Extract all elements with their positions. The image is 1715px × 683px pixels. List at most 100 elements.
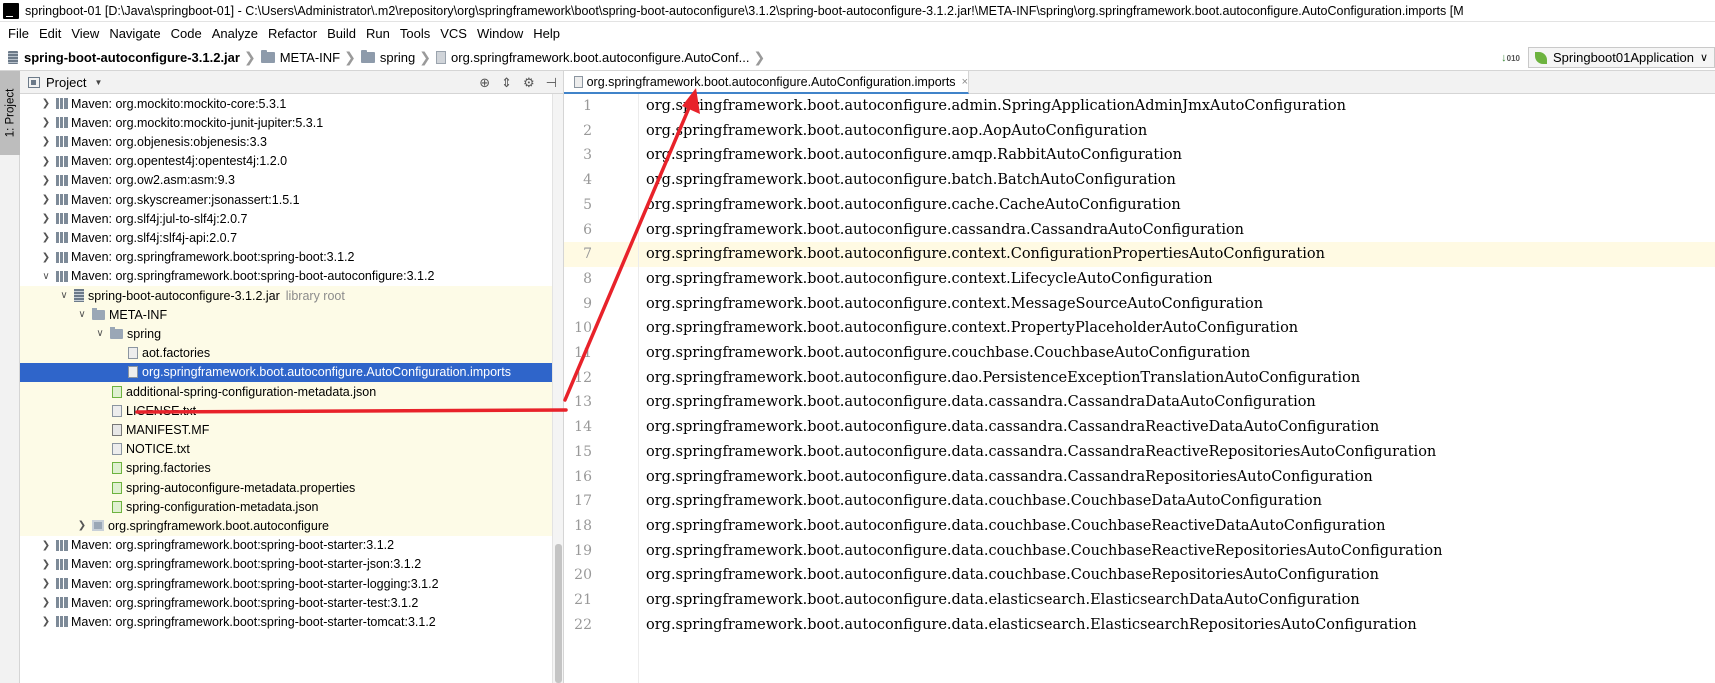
tree-item[interactable]: ❯ Maven: org.ow2.asm:asm:9.3 bbox=[20, 171, 552, 190]
tree-item[interactable]: ❯ Maven: org.objenesis:objenesis:3.3 bbox=[20, 132, 552, 151]
code-line[interactable]: org.springframework.boot.autoconfigure.c… bbox=[646, 341, 1250, 366]
code-line[interactable]: org.springframework.boot.autoconfigure.b… bbox=[646, 168, 1176, 193]
code-line[interactable]: org.springframework.boot.autoconfigure.d… bbox=[646, 588, 1360, 613]
menu-vcs[interactable]: VCS bbox=[435, 26, 472, 41]
locate-file-icon[interactable]: ⊕ bbox=[479, 75, 490, 91]
chevron-right-icon[interactable]: ❯ bbox=[40, 194, 52, 205]
code-line[interactable]: org.springframework.boot.autoconfigure.c… bbox=[646, 316, 1298, 341]
tree-item[interactable]: ❯ Maven: org.springframework.boot:spring… bbox=[20, 536, 552, 555]
chevron-right-icon[interactable]: ❯ bbox=[40, 232, 52, 243]
code-line[interactable]: org.springframework.boot.autoconfigure.c… bbox=[646, 218, 1244, 243]
chevron-right-icon[interactable]: ❯ bbox=[40, 597, 52, 608]
tree-item[interactable]: ❯ org.springframework.boot.autoconfigure bbox=[20, 516, 552, 536]
tree-item[interactable]: LICENSE.txt bbox=[20, 401, 552, 421]
chevron-down-icon[interactable]: ▼ bbox=[94, 78, 102, 87]
build-icon[interactable]: ↓010 bbox=[1501, 52, 1520, 64]
code-line[interactable]: org.springframework.boot.autoconfigure.c… bbox=[646, 267, 1213, 292]
code-line[interactable]: org.springframework.boot.autoconfigure.a… bbox=[646, 119, 1147, 144]
gear-icon[interactable]: ⚙ bbox=[523, 75, 535, 91]
tree-item[interactable]: ❯ Maven: org.springframework.boot:spring… bbox=[20, 248, 552, 267]
hide-panel-icon[interactable]: ⊣ bbox=[546, 75, 557, 91]
tree-item[interactable]: ❯ Maven: org.skyscreamer:jsonassert:1.5.… bbox=[20, 190, 552, 209]
menu-run[interactable]: Run bbox=[361, 26, 395, 41]
chevron-right-icon[interactable]: ❯ bbox=[40, 156, 52, 167]
code-line[interactable]: org.springframework.boot.autoconfigure.d… bbox=[646, 366, 1360, 391]
code-line[interactable]: org.springframework.boot.autoconfigure.d… bbox=[646, 514, 1386, 539]
menu-edit[interactable]: Edit bbox=[34, 26, 66, 41]
menu-window[interactable]: Window bbox=[472, 26, 528, 41]
chevron-down-icon[interactable]: ∨ bbox=[40, 271, 52, 282]
tree-item[interactable]: aot.factories bbox=[20, 343, 552, 363]
tree-item[interactable]: spring-autoconfigure-metadata.properties bbox=[20, 478, 552, 498]
code-line[interactable]: org.springframework.boot.autoconfigure.a… bbox=[646, 143, 1182, 168]
scrollbar-thumb[interactable] bbox=[555, 544, 562, 683]
tree-item[interactable]: ❯ Maven: org.springframework.boot:spring… bbox=[20, 612, 552, 631]
code-line[interactable]: org.springframework.boot.autoconfigure.d… bbox=[646, 415, 1379, 440]
menu-code[interactable]: Code bbox=[166, 26, 207, 41]
menu-tools[interactable]: Tools bbox=[395, 26, 435, 41]
code-line[interactable]: org.springframework.boot.autoconfigure.d… bbox=[646, 613, 1417, 638]
tree-item[interactable]: ❯ Maven: org.slf4j:slf4j-api:2.0.7 bbox=[20, 228, 552, 247]
menu-file[interactable]: File bbox=[3, 26, 34, 41]
editor-content[interactable]: org.springframework.boot.autoconfigure.a… bbox=[639, 94, 1715, 683]
run-configuration-selector[interactable]: Springboot01Application ∨ bbox=[1528, 47, 1715, 68]
chevron-right-icon[interactable]: ❯ bbox=[40, 252, 52, 263]
chevron-right-icon[interactable]: ❯ bbox=[40, 98, 52, 109]
code-line[interactable]: org.springframework.boot.autoconfigure.c… bbox=[646, 292, 1263, 317]
code-line[interactable]: org.springframework.boot.autoconfigure.d… bbox=[646, 489, 1322, 514]
breadcrumb-item-jar[interactable]: spring-boot-autoconfigure-3.1.2.jar bbox=[8, 50, 240, 65]
code-line[interactable]: org.springframework.boot.autoconfigure.d… bbox=[646, 440, 1436, 465]
tree-item[interactable]: spring-configuration-metadata.json bbox=[20, 497, 552, 517]
project-view-selector[interactable]: Project bbox=[46, 75, 86, 90]
editor-tab-imports[interactable]: org.springframework.boot.autoconfigure.A… bbox=[564, 71, 969, 94]
chevron-right-icon[interactable]: ❯ bbox=[40, 559, 52, 570]
tree-item-selected[interactable]: org.springframework.boot.autoconfigure.A… bbox=[20, 362, 552, 382]
tree-item[interactable]: ❯ Maven: org.springframework.boot:spring… bbox=[20, 574, 552, 593]
chevron-down-icon[interactable]: ∨ bbox=[94, 328, 106, 339]
collapse-all-icon[interactable]: ⇕ bbox=[501, 75, 512, 91]
menu-refactor[interactable]: Refactor bbox=[263, 26, 322, 41]
close-icon[interactable]: × bbox=[962, 76, 968, 88]
tree-item[interactable]: ❯ Maven: org.mockito:mockito-junit-jupit… bbox=[20, 113, 552, 132]
menu-navigate[interactable]: Navigate bbox=[104, 26, 165, 41]
tree-item[interactable]: additional-spring-configuration-metadata… bbox=[20, 382, 552, 402]
project-tool-tab[interactable]: 1: Project bbox=[0, 71, 20, 155]
menu-analyze[interactable]: Analyze bbox=[207, 26, 263, 41]
chevron-right-icon[interactable]: ❯ bbox=[40, 616, 52, 627]
breadcrumb-item-spring[interactable]: spring bbox=[360, 49, 415, 65]
code-line[interactable]: org.springframework.boot.autoconfigure.d… bbox=[646, 563, 1379, 588]
tree-item[interactable]: ❯ Maven: org.slf4j:jul-to-slf4j:2.0.7 bbox=[20, 209, 552, 228]
code-line[interactable]: org.springframework.boot.autoconfigure.d… bbox=[646, 390, 1316, 415]
breadcrumb-item-meta-inf[interactable]: META-INF bbox=[260, 49, 340, 65]
chevron-right-icon[interactable]: ❯ bbox=[40, 117, 52, 128]
code-line[interactable]: org.springframework.boot.autoconfigure.d… bbox=[646, 539, 1442, 564]
menu-view[interactable]: View bbox=[66, 26, 104, 41]
chevron-right-icon[interactable]: ❯ bbox=[40, 578, 52, 589]
tree-item[interactable]: ∨ spring-boot-autoconfigure-3.1.2.jar li… bbox=[20, 286, 552, 306]
chevron-right-icon[interactable]: ❯ bbox=[40, 175, 52, 186]
tree-item[interactable]: ∨ META-INF bbox=[20, 305, 552, 325]
chevron-right-icon[interactable]: ❯ bbox=[76, 520, 88, 531]
breadcrumb-item-imports-file[interactable]: org.springframework.boot.autoconfigure.A… bbox=[436, 50, 749, 65]
tree-item[interactable]: ❯ Maven: org.springframework.boot:spring… bbox=[20, 555, 552, 574]
tree-item[interactable]: ❯ Maven: org.mockito:mockito-core:5.3.1 bbox=[20, 94, 552, 113]
code-line[interactable]: org.springframework.boot.autoconfigure.c… bbox=[646, 193, 1181, 218]
tree-item[interactable]: ∨ Maven: org.springframework.boot:spring… bbox=[20, 267, 552, 286]
tree-item[interactable]: spring.factories bbox=[20, 458, 552, 478]
tree-item[interactable]: ❯ Maven: org.springframework.boot:spring… bbox=[20, 593, 552, 612]
chevron-right-icon[interactable]: ❯ bbox=[40, 136, 52, 147]
chevron-down-icon[interactable]: ∨ bbox=[76, 309, 88, 320]
chevron-right-icon[interactable]: ❯ bbox=[40, 540, 52, 551]
tree-item[interactable]: NOTICE.txt bbox=[20, 439, 552, 459]
tree-item[interactable]: MANIFEST.MF bbox=[20, 420, 552, 440]
code-line[interactable]: org.springframework.boot.autoconfigure.a… bbox=[646, 94, 1346, 119]
code-line[interactable]: org.springframework.boot.autoconfigure.c… bbox=[639, 242, 1715, 267]
chevron-down-icon[interactable]: ∨ bbox=[58, 290, 70, 301]
tree-item[interactable]: ❯ Maven: org.opentest4j:opentest4j:1.2.0 bbox=[20, 152, 552, 171]
tree-item[interactable]: ∨ spring bbox=[20, 324, 552, 344]
menu-help[interactable]: Help bbox=[528, 26, 565, 41]
menu-build[interactable]: Build bbox=[322, 26, 361, 41]
code-line[interactable]: org.springframework.boot.autoconfigure.d… bbox=[646, 465, 1373, 490]
project-tree-scrollbar[interactable] bbox=[552, 94, 563, 683]
chevron-right-icon[interactable]: ❯ bbox=[40, 213, 52, 224]
